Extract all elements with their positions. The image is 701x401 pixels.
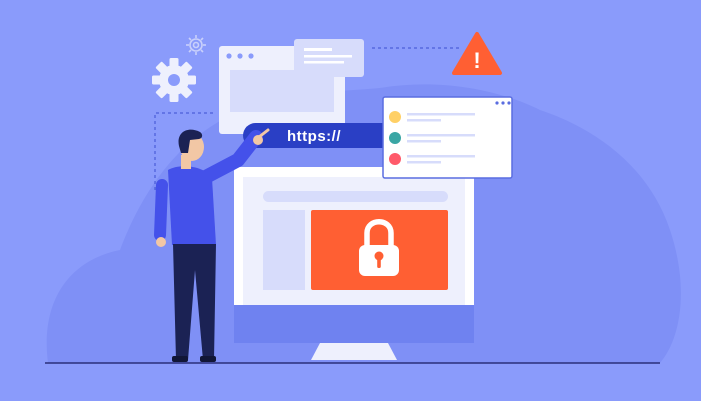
gear-icon: [152, 58, 196, 102]
monitor-bezel: [234, 305, 474, 343]
screen-sidebar-block: [263, 210, 305, 290]
warning-icon: !: [452, 32, 502, 75]
list-dot-teal: [389, 132, 401, 144]
security-illustration: ! https://: [45, 32, 681, 364]
monitor-stand: [311, 343, 397, 360]
popup-list-window: [382, 96, 513, 179]
list-dot-yellow: [389, 111, 401, 123]
address-bar-url: https://: [287, 128, 341, 145]
screen-header-bar: [263, 191, 448, 202]
address-bar[interactable]: https://: [243, 123, 403, 148]
illustration-scene: ! https://: [0, 0, 701, 401]
warning-symbol: !: [473, 48, 480, 73]
message-card-icon: [294, 39, 364, 77]
list-dot-red: [389, 153, 401, 165]
monitor: [234, 167, 474, 360]
small-gear-icon: [186, 35, 206, 55]
person-shirt: [168, 166, 216, 245]
